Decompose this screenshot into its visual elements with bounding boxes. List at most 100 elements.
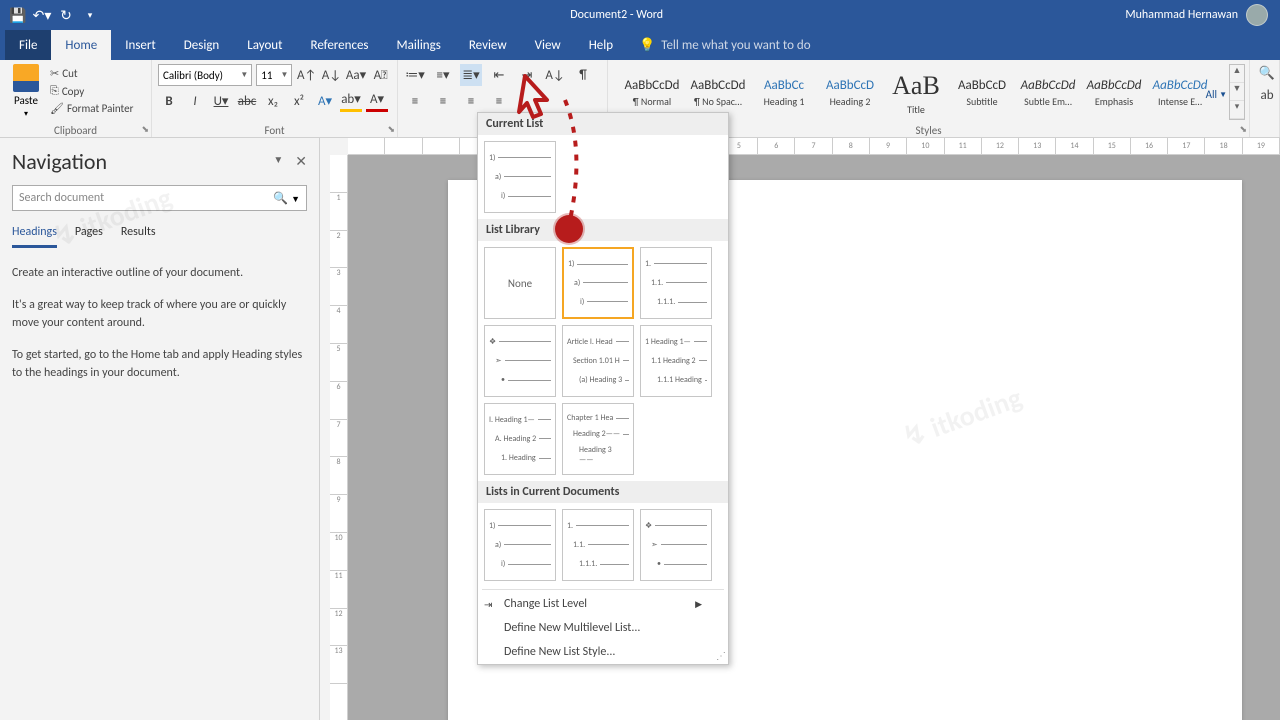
style-item[interactable]: AaBbCcDdIntense E…: [1148, 66, 1212, 120]
tab-review[interactable]: Review: [455, 30, 521, 60]
bulb-icon: 💡: [639, 38, 655, 53]
title-bar: 💾 ↶▾ ↻ ▾ Document2 - Word Muhammad Herna…: [0, 0, 1280, 30]
ml-thumb-lib7[interactable]: Chapter 1 HeaHeading 2——Heading 3——: [562, 403, 634, 475]
document-title: Document2 - Word: [108, 8, 1125, 22]
subscript-button[interactable]: x₂: [262, 90, 284, 112]
text-effects-button[interactable]: A▾: [314, 90, 336, 112]
align-right-button[interactable]: ≡: [460, 90, 482, 112]
font-color-button[interactable]: A▾: [366, 90, 388, 112]
bullets-button[interactable]: ≔▾: [404, 64, 426, 86]
highlight-button[interactable]: ab▾: [340, 90, 362, 112]
clipboard-icon: [13, 64, 39, 92]
clipboard-dialog-launcher[interactable]: ⬊: [141, 124, 149, 135]
ml-thumb-lib5[interactable]: 1 Heading 1—1.1 Heading 21.1.1 Heading: [640, 325, 712, 397]
ml-define-new-list[interactable]: Define New Multilevel List...: [478, 616, 728, 640]
align-left-button[interactable]: ≡: [404, 90, 426, 112]
nav-dropdown-icon[interactable]: ▼: [273, 153, 283, 170]
styles-dialog-launcher[interactable]: ⬊: [1239, 124, 1247, 135]
ml-thumb-lib6[interactable]: I. Heading 1—A. Heading 21. Heading: [484, 403, 556, 475]
styles-scroll-up[interactable]: ▲: [1230, 65, 1244, 83]
cut-button[interactable]: ✂Cut: [50, 66, 133, 81]
ml-thumb-lib2[interactable]: 1.1.1.1.1.1.: [640, 247, 712, 319]
superscript-button[interactable]: x²: [288, 90, 310, 112]
ml-thumb-none[interactable]: None: [484, 247, 556, 319]
resize-grip-icon[interactable]: ⋰: [716, 649, 726, 662]
italic-button[interactable]: I: [184, 90, 206, 112]
ml-thumb-current[interactable]: 1)a)i): [484, 141, 556, 213]
ml-thumb-doc1[interactable]: 1)a)i): [484, 509, 556, 581]
numbering-button[interactable]: ≡▾: [432, 64, 454, 86]
ml-define-new-style[interactable]: Define New List Style...: [478, 640, 728, 664]
scissors-icon: ✂: [50, 67, 59, 80]
bold-button[interactable]: B: [158, 90, 180, 112]
nav-tab-headings[interactable]: Headings: [12, 225, 57, 248]
indent-icon: ⇥: [484, 598, 492, 611]
style-item[interactable]: AaBbCcDHeading 2: [818, 66, 882, 120]
show-marks-button[interactable]: ¶: [572, 64, 594, 86]
align-center-button[interactable]: ≡: [432, 90, 454, 112]
tab-references[interactable]: References: [297, 30, 383, 60]
font-label: Font: [152, 124, 397, 137]
strikethrough-button[interactable]: abc: [236, 90, 258, 112]
qat-more-icon[interactable]: ▾: [80, 5, 100, 25]
user-avatar[interactable]: [1246, 4, 1268, 26]
tab-view[interactable]: View: [521, 30, 575, 60]
user-name[interactable]: Muhammad Hernawan: [1125, 8, 1238, 22]
nav-close-icon[interactable]: ✕: [295, 153, 307, 170]
ml-thumb-doc3[interactable]: ❖➣•: [640, 509, 712, 581]
tab-insert[interactable]: Insert: [111, 30, 170, 60]
styles-all-filter[interactable]: All▼: [1206, 88, 1227, 101]
ml-thumb-doc2[interactable]: 1.1.1.1.1.1.: [562, 509, 634, 581]
replace-icon[interactable]: ab: [1256, 84, 1278, 106]
ml-docs-header: Lists in Current Documents: [478, 481, 728, 503]
font-name-combo[interactable]: Calibri (Body)▼: [158, 64, 252, 86]
find-icon[interactable]: 🔍: [1256, 62, 1278, 84]
change-case-button[interactable]: Aa▾: [346, 64, 367, 86]
clipboard-label: Clipboard: [0, 124, 151, 137]
clear-formatting-button[interactable]: A⃠: [370, 64, 391, 86]
justify-button[interactable]: ≡: [488, 90, 510, 112]
sort-button[interactable]: A↓: [544, 64, 566, 86]
style-item[interactable]: AaBTitle: [884, 66, 948, 120]
tab-design[interactable]: Design: [170, 30, 233, 60]
nav-search-input[interactable]: Search document 🔍 ▼: [12, 185, 307, 211]
ribbon-tab-strip: File Home Insert Design Layout Reference…: [0, 30, 1280, 60]
increase-indent-button[interactable]: ⇥: [516, 64, 538, 86]
navigation-pane: Navigation ▼ ✕ Search document 🔍 ▼ Headi…: [0, 138, 320, 720]
shrink-font-button[interactable]: A↓: [321, 64, 342, 86]
copy-button[interactable]: ⎘Copy: [50, 83, 133, 99]
ml-thumb-lib3[interactable]: ❖➣•: [484, 325, 556, 397]
style-item[interactable]: AaBbCcDdSubtle Em…: [1016, 66, 1080, 120]
tell-me-search[interactable]: 💡 Tell me what you want to do: [639, 30, 811, 60]
font-dialog-launcher[interactable]: ⬊: [387, 124, 395, 135]
tab-file[interactable]: File: [5, 30, 51, 60]
copy-icon: ⎘: [50, 84, 59, 98]
multilevel-list-dropdown: Current List 1)a)i) List Library None 1)…: [477, 112, 729, 665]
search-icon: 🔍: [273, 192, 288, 206]
ml-thumb-lib1[interactable]: 1)a)i): [562, 247, 634, 319]
tab-mailings[interactable]: Mailings: [383, 30, 455, 60]
styles-more-button[interactable]: ▾: [1230, 101, 1244, 119]
styles-scroll-down[interactable]: ▼: [1230, 83, 1244, 101]
save-icon[interactable]: 💾: [8, 5, 28, 25]
grow-font-button[interactable]: A↑: [296, 64, 317, 86]
tab-home[interactable]: Home: [51, 30, 111, 60]
style-item[interactable]: AaBbCcDdEmphasis: [1082, 66, 1146, 120]
redo-icon[interactable]: ↻: [56, 5, 76, 25]
multilevel-list-button[interactable]: ≣▾: [460, 64, 482, 86]
decrease-indent-button[interactable]: ⇤: [488, 64, 510, 86]
style-item[interactable]: AaBbCcHeading 1: [752, 66, 816, 120]
nav-tab-results[interactable]: Results: [121, 225, 156, 248]
undo-icon[interactable]: ↶▾: [32, 5, 52, 25]
underline-button[interactable]: U▾: [210, 90, 232, 112]
ml-thumb-lib4[interactable]: Article I. HeadSection 1.01 H(a) Heading…: [562, 325, 634, 397]
vertical-ruler[interactable]: 12345678910111213: [330, 155, 348, 720]
font-size-combo[interactable]: 11▼: [256, 64, 292, 86]
style-item[interactable]: AaBbCcDSubtitle: [950, 66, 1014, 120]
nav-tab-pages[interactable]: Pages: [75, 225, 103, 248]
paste-button[interactable]: Paste ▾: [6, 62, 46, 120]
format-painter-button[interactable]: 🖌Format Painter: [50, 101, 133, 116]
tab-help[interactable]: Help: [575, 30, 627, 60]
ml-change-level[interactable]: ⇥ Change List Level▶: [478, 592, 728, 616]
tab-layout[interactable]: Layout: [233, 30, 296, 60]
